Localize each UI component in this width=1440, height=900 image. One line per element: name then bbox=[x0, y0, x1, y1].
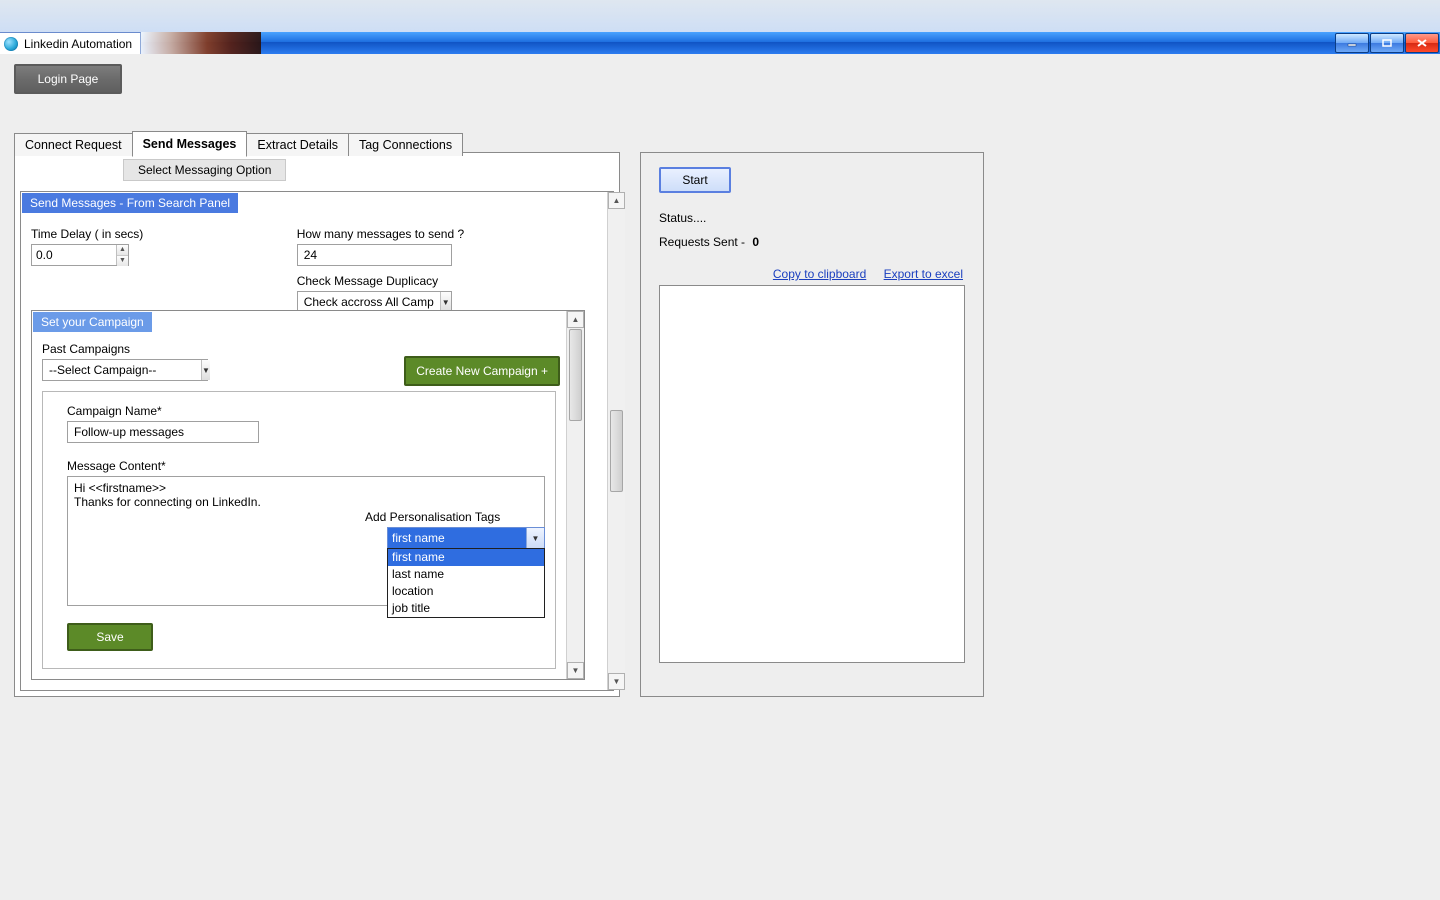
tab-connect-request[interactable]: Connect Request bbox=[14, 133, 133, 156]
maximize-button[interactable] bbox=[1370, 33, 1404, 53]
time-delay-spinner[interactable]: ▲ ▼ bbox=[31, 244, 129, 266]
scroll-down-icon[interactable]: ▼ bbox=[567, 662, 584, 679]
col-time-delay: Time Delay ( in secs) ▲ ▼ bbox=[31, 227, 297, 313]
tab-extract-details[interactable]: Extract Details bbox=[246, 133, 349, 156]
spinner-up-icon[interactable]: ▲ bbox=[117, 245, 128, 256]
start-button[interactable]: Start bbox=[659, 167, 731, 193]
duplicacy-label: Check Message Duplicacy bbox=[297, 274, 589, 288]
titlebar-spacer bbox=[261, 32, 1335, 54]
scroll-up-icon[interactable]: ▲ bbox=[608, 192, 625, 209]
login-page-button[interactable]: Login Page bbox=[14, 64, 122, 94]
titlebar-left: Linkedin Automation bbox=[0, 32, 141, 55]
scroll-down-icon[interactable]: ▼ bbox=[608, 673, 625, 690]
form-scrollbar[interactable]: ▲ ▼ bbox=[607, 192, 625, 690]
personalisation-option[interactable]: job title bbox=[388, 600, 544, 617]
window-titlebar: Linkedin Automation bbox=[0, 32, 1440, 54]
titlebar-fade bbox=[141, 32, 261, 54]
export-links: Copy to clipboard Export to excel bbox=[659, 267, 965, 281]
close-icon bbox=[1417, 39, 1427, 47]
browser-chrome-strip bbox=[0, 0, 1440, 32]
personalisation-option[interactable]: location bbox=[388, 583, 544, 600]
maximize-icon bbox=[1382, 39, 1392, 47]
tab-tag-connections[interactable]: Tag Connections bbox=[348, 133, 463, 156]
window-controls bbox=[1335, 32, 1440, 54]
col-how-many: How many messages to send ? Check Messag… bbox=[297, 227, 589, 313]
export-to-excel-link[interactable]: Export to excel bbox=[884, 267, 963, 281]
requests-sent-label: Requests Sent - bbox=[659, 235, 745, 249]
personalisation-option[interactable]: last name bbox=[388, 566, 544, 583]
chevron-down-icon[interactable]: ▼ bbox=[440, 292, 451, 312]
time-delay-spinner-buttons: ▲ ▼ bbox=[116, 245, 128, 265]
copy-to-clipboard-link[interactable]: Copy to clipboard bbox=[773, 267, 866, 281]
past-campaigns-col: Past Campaigns ▼ bbox=[42, 342, 404, 381]
requests-sent-row: Requests Sent - 0 bbox=[659, 235, 965, 249]
chevron-down-icon[interactable]: ▼ bbox=[201, 360, 210, 380]
client-area: Login Page Connect Request Send Messages… bbox=[0, 54, 1440, 900]
past-campaigns-combo-value[interactable] bbox=[43, 360, 201, 380]
minimize-button[interactable] bbox=[1335, 33, 1369, 53]
chevron-down-icon[interactable]: ▼ bbox=[526, 528, 544, 548]
spinner-down-icon[interactable]: ▼ bbox=[117, 256, 128, 266]
scroll-up-icon[interactable]: ▲ bbox=[567, 311, 584, 328]
personalisation-option[interactable]: first name bbox=[388, 549, 544, 566]
campaign-name-input[interactable] bbox=[67, 421, 259, 443]
right-panel: Start Status.... Requests Sent - 0 Copy … bbox=[640, 152, 984, 697]
form-frame: Send Messages - From Search Panel Time D… bbox=[20, 191, 614, 691]
save-button[interactable]: Save bbox=[67, 623, 153, 651]
tabstrip: Connect Request Send Messages Extract De… bbox=[14, 130, 462, 156]
app-icon bbox=[4, 37, 18, 51]
personalisation-wrap: Add Personalisation Tags first name ▼ fi… bbox=[387, 510, 545, 618]
section-send-messages-label: Send Messages - From Search Panel bbox=[22, 193, 238, 213]
select-messaging-option-button[interactable]: Select Messaging Option bbox=[123, 159, 286, 181]
campaign-name-label: Campaign Name* bbox=[67, 404, 539, 418]
how-many-input[interactable] bbox=[297, 244, 452, 266]
create-campaign-col: Create New Campaign + bbox=[404, 342, 560, 386]
personalisation-combo-value[interactable]: first name bbox=[388, 528, 526, 548]
personalisation-dropdown-list: first name last name location job title bbox=[387, 548, 545, 618]
time-delay-label: Time Delay ( in secs) bbox=[31, 227, 297, 241]
scroll-thumb[interactable] bbox=[610, 410, 623, 492]
requests-sent-value: 0 bbox=[752, 235, 759, 249]
section-campaign-label: Set your Campaign bbox=[33, 312, 152, 332]
personalisation-combo[interactable]: first name ▼ bbox=[387, 527, 545, 549]
campaign-frame: Set your Campaign Past Campaigns ▼ Creat… bbox=[31, 310, 585, 680]
campaign-details: Campaign Name* Message Content* Save Add… bbox=[42, 391, 556, 669]
time-delay-input[interactable] bbox=[32, 245, 116, 265]
form-row-top: Time Delay ( in secs) ▲ ▼ How many messa… bbox=[21, 213, 613, 313]
results-box bbox=[659, 285, 965, 663]
personalisation-label: Add Personalisation Tags bbox=[365, 510, 545, 524]
app-title: Linkedin Automation bbox=[24, 37, 132, 51]
duplicacy-combo-value[interactable] bbox=[298, 292, 440, 312]
left-panel: Select Messaging Option Send Messages - … bbox=[14, 152, 620, 697]
scroll-thumb[interactable] bbox=[569, 329, 582, 421]
campaign-scrollbar[interactable]: ▲ ▼ bbox=[566, 311, 584, 679]
create-new-campaign-button[interactable]: Create New Campaign + bbox=[404, 356, 560, 386]
past-campaigns-combo[interactable]: ▼ bbox=[42, 359, 208, 381]
how-many-label: How many messages to send ? bbox=[297, 227, 589, 241]
past-campaigns-row: Past Campaigns ▼ Create New Campaign + bbox=[32, 332, 584, 386]
minimize-icon bbox=[1347, 39, 1357, 47]
message-content-label: Message Content* bbox=[67, 459, 539, 473]
past-campaigns-label: Past Campaigns bbox=[42, 342, 404, 356]
close-button[interactable] bbox=[1405, 33, 1439, 53]
status-label: Status.... bbox=[659, 211, 965, 225]
tab-send-messages[interactable]: Send Messages bbox=[132, 131, 248, 157]
